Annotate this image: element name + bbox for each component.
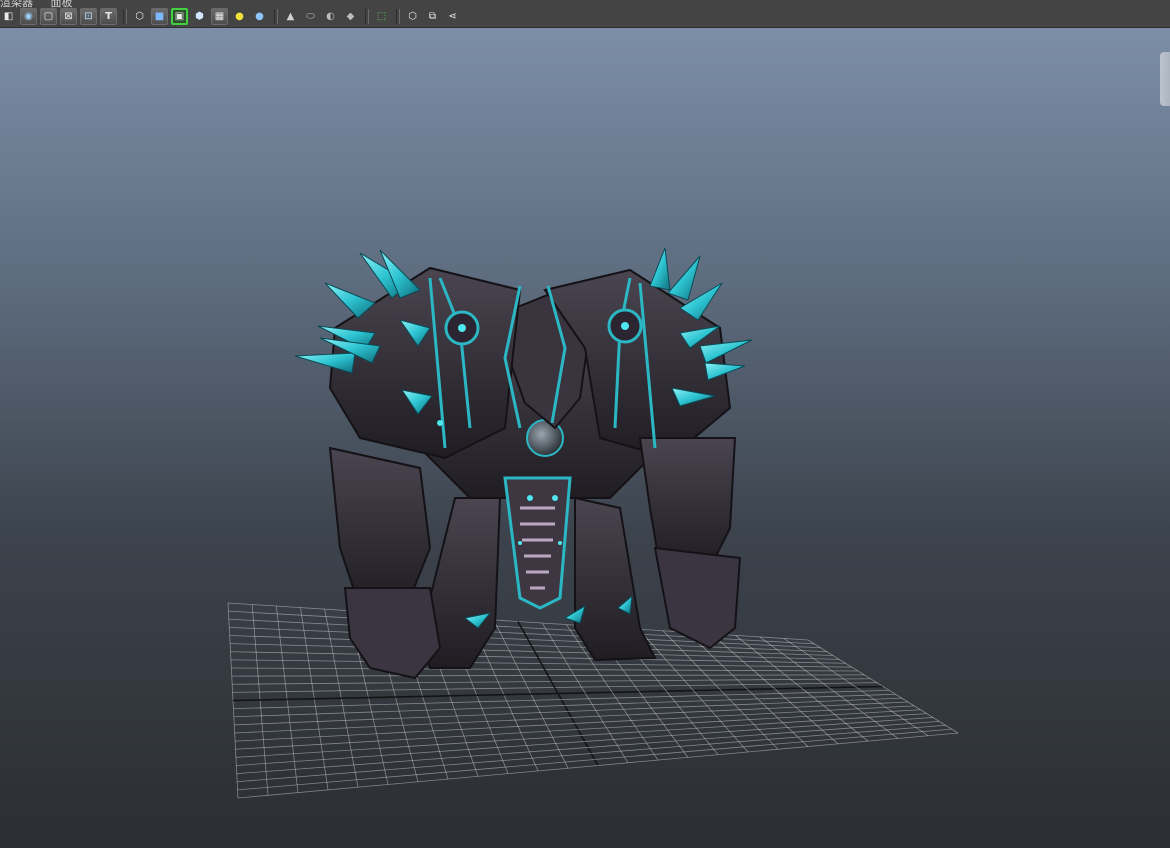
textured-icon[interactable]: ▦ [211, 8, 228, 25]
safe-title-icon[interactable]: T [100, 8, 117, 25]
gate-mask-icon[interactable]: ⊠ [60, 8, 77, 25]
scene-canvas [227, 247, 959, 799]
wireframe-icon[interactable]: ⬡ [131, 8, 148, 25]
smooth-shade-icon[interactable]: ■ [151, 8, 168, 25]
frame-all-icon[interactable]: ⬡ [404, 8, 421, 25]
tool-row: ◧ ◉ ▢ ⊠ ⊡ T ⬡ ■ ▣ ⬢ ▦ ● ● ▲ ⬭ ◐ ◆ ⬚ ⬡ ⧉ … [0, 7, 464, 26]
toolbar-separator [123, 9, 127, 24]
panel-menu-bar: 渲染器 面板 [0, 0, 87, 9]
maya-viewport-window: 渲染器 面板 ◧ ◉ ▢ ⊠ ⊡ T ⬡ ■ ▣ ⬢ ▦ ● ● ▲ ⬭ ◐ ◆… [0, 0, 1170, 848]
camera-icon[interactable]: ◉ [20, 8, 37, 25]
ambient-occlusion-icon[interactable]: ⬭ [302, 8, 319, 25]
default-light-icon[interactable]: ● [231, 8, 248, 25]
3d-viewport[interactable] [0, 28, 1170, 848]
wireframe-on-shaded-icon[interactable]: ▣ [171, 8, 188, 25]
film-gate-icon[interactable]: ▢ [40, 8, 57, 25]
frame-selection-icon[interactable]: ⧉ [424, 8, 441, 25]
panel-toolbar: 渲染器 面板 ◧ ◉ ▢ ⊠ ⊡ T ⬡ ■ ▣ ⬢ ▦ ● ● ▲ ⬭ ◐ ◆… [0, 0, 1170, 28]
shadows-icon[interactable]: ▲ [282, 8, 299, 25]
field-chart-icon[interactable]: ⊡ [80, 8, 97, 25]
armored-golem-character-model[interactable] [294, 247, 753, 680]
select-camera-icon[interactable]: ⬚ [373, 8, 390, 25]
toolbar-separator [274, 9, 278, 24]
xray-icon[interactable]: ⬢ [191, 8, 208, 25]
toolbar-separator [365, 9, 369, 24]
antialias-icon[interactable]: ◐ [322, 8, 339, 25]
toolbar-separator [396, 9, 400, 24]
share-icon[interactable]: ⋖ [444, 8, 461, 25]
all-lights-icon[interactable]: ● [251, 8, 268, 25]
depth-of-field-icon[interactable]: ◆ [342, 8, 359, 25]
isolate-icon[interactable]: ◧ [0, 8, 17, 25]
